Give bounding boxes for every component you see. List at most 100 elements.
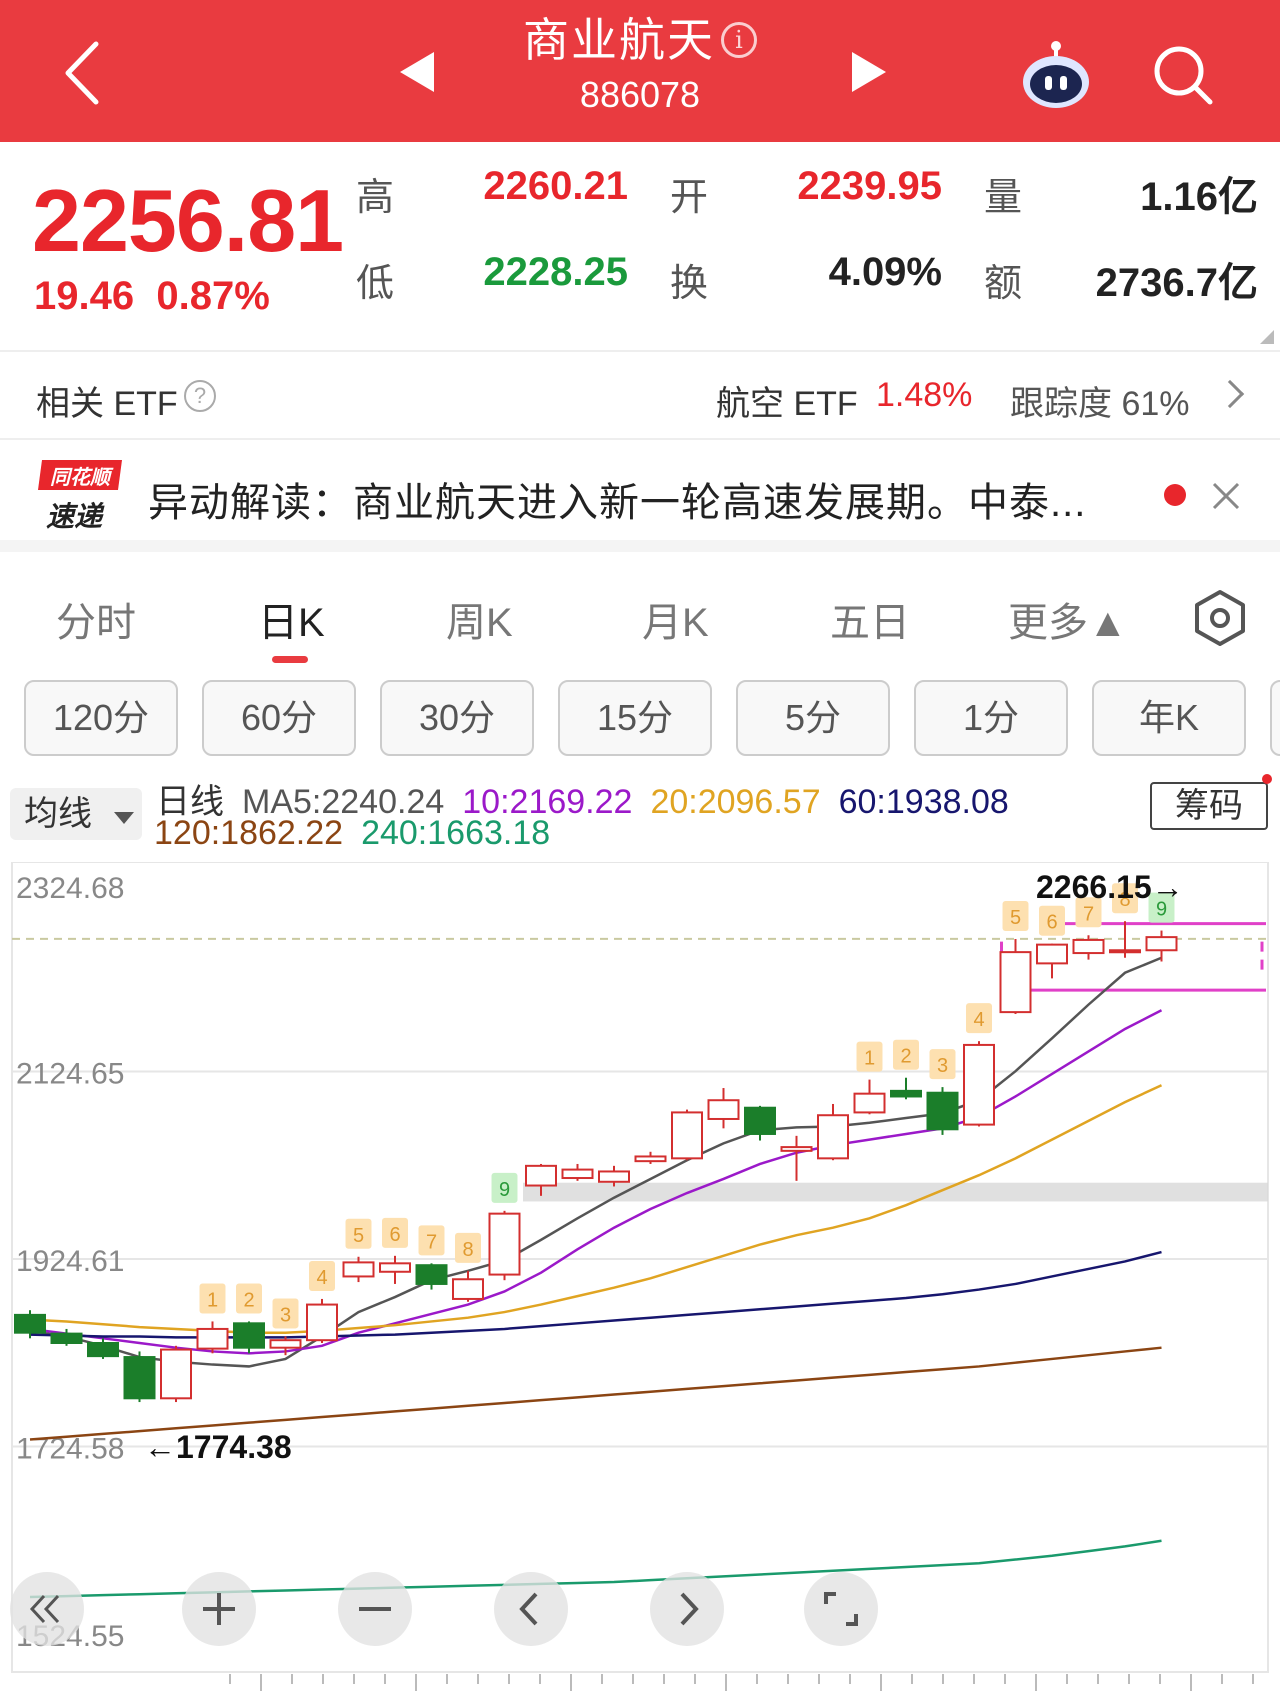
candle-body — [488, 1212, 521, 1276]
chip-distribution-button[interactable]: 筹码 — [1150, 782, 1268, 830]
chart-tabs: 分时 日K 周K 月K 五日 更多▲ — [0, 566, 1280, 666]
scroll-to-start-button[interactable] — [10, 1572, 84, 1646]
chart-frame — [11, 862, 1269, 1673]
scroll-right-button[interactable] — [650, 1572, 724, 1646]
candle-body — [14, 1313, 46, 1334]
kline-svg: 2324.682124.651924.611724.581524.5512345… — [11, 862, 1269, 1691]
high-label: 高 — [356, 177, 395, 219]
candle-body — [87, 1342, 119, 1358]
candle-body — [853, 1092, 886, 1114]
low-value: 2228.25 — [483, 250, 628, 294]
info-icon[interactable]: i — [721, 22, 757, 58]
double-chevron-left-icon — [29, 1594, 60, 1624]
candle-body — [196, 1327, 229, 1350]
candle-body — [963, 1043, 995, 1126]
settings-hexagon-icon[interactable] — [1190, 588, 1250, 648]
scroll-left-button[interactable] — [494, 1572, 568, 1646]
candle-body — [1036, 943, 1068, 965]
nine-turn-number: 9 — [499, 1179, 510, 1201]
tab-five-day[interactable]: 五日 — [830, 590, 910, 648]
news-logo-bottom: 速递 — [46, 500, 105, 533]
open-label: 开 — [670, 177, 709, 219]
nine-turn-number: 3 — [280, 1304, 291, 1326]
expand-corner-icon[interactable] — [1260, 330, 1274, 344]
candle-body — [890, 1089, 922, 1098]
volume-value: 1.16亿 — [1140, 175, 1258, 219]
y-tick-label: 2324.68 — [16, 872, 124, 905]
close-icon[interactable] — [1208, 478, 1244, 514]
candle-body — [1109, 949, 1141, 954]
title-block: 商业航天 i 886078 — [400, 10, 880, 118]
tab-daily-k[interactable]: 日K — [258, 590, 325, 648]
robot-assistant-icon[interactable] — [1020, 40, 1092, 110]
ma-values-row-2: 120:1862.22 240:1663.18 — [154, 814, 568, 853]
period-more-chip[interactable] — [1270, 680, 1280, 756]
nine-turn-number: 6 — [1046, 912, 1057, 934]
next-stock-icon[interactable] — [852, 52, 886, 92]
etf-tracking: 跟踪度 61% — [1010, 385, 1190, 423]
nine-turn-number: 2 — [900, 1046, 911, 1068]
zoom-out-button[interactable] — [338, 1572, 412, 1646]
turnover-label: 换 — [670, 263, 709, 305]
page-title: 商业航天 — [523, 14, 715, 66]
support-band — [523, 1182, 1268, 1202]
minus-icon — [359, 1607, 391, 1611]
nine-turn-number: 6 — [389, 1224, 400, 1246]
candle-body — [452, 1278, 484, 1300]
candle-body — [342, 1261, 375, 1278]
nine-turn-number: 7 — [426, 1231, 437, 1253]
period-60min[interactable]: 60分 — [202, 680, 356, 756]
candle-body — [160, 1348, 192, 1400]
candle-body — [561, 1168, 594, 1180]
ma-selector[interactable]: 均线 — [10, 788, 142, 840]
candle-body — [525, 1164, 557, 1187]
tab-monthly-k[interactable]: 月K — [642, 590, 709, 648]
ma240-value: 240:1663.18 — [361, 814, 551, 852]
nine-turn-number: 5 — [353, 1225, 364, 1247]
chevron-left-icon — [519, 1592, 538, 1626]
zoom-in-button[interactable] — [182, 1572, 256, 1646]
tab-more[interactable]: 更多▲ — [1008, 590, 1128, 648]
nine-turn-number: 7 — [1083, 903, 1094, 925]
period-yearly-k[interactable]: 年K — [1092, 680, 1246, 756]
period-5min[interactable]: 5分 — [736, 680, 890, 756]
search-icon[interactable] — [1150, 42, 1216, 108]
chevron-right-icon[interactable] — [1215, 379, 1245, 409]
tab-weekly-k[interactable]: 周K — [446, 590, 513, 648]
ma120-value: 120:1862.22 — [154, 814, 344, 852]
candle-body — [707, 1099, 740, 1120]
related-etf-row[interactable]: 相关 ETF ? 航空 ETF 1.48% 跟踪度 61% — [0, 352, 1280, 440]
period-15min[interactable]: 15分 — [558, 680, 712, 756]
ma60-value: 60:1938.08 — [838, 783, 1009, 821]
period-1min[interactable]: 1分 — [914, 680, 1068, 756]
fullscreen-button[interactable] — [804, 1572, 878, 1646]
etf-change: 1.48% — [876, 376, 973, 414]
related-etf-label: 相关 ETF — [36, 385, 178, 423]
candle-body — [999, 951, 1032, 1014]
news-headline[interactable]: 异动解读：商业航天进入新一轮高速发展期。中泰... — [148, 470, 1086, 528]
kline-chart[interactable]: 2324.682124.651924.611724.581524.5512345… — [0, 862, 1280, 1691]
candle-body — [415, 1264, 448, 1285]
period-30min[interactable]: 30分 — [380, 680, 534, 756]
news-ticker[interactable]: 同花顺 速递 异动解读：商业航天进入新一轮高速发展期。中泰... — [0, 442, 1280, 552]
back-arrow-icon[interactable] — [58, 38, 106, 108]
ma-legend: 均线 日线 MA5:2240.24 10:2169.22 20:2096.57 60:1… — [0, 772, 1280, 862]
ma-selector-label: 均线 — [24, 795, 92, 833]
nine-turn-number: 8 — [462, 1239, 473, 1261]
y-tick-label: 2124.65 — [16, 1058, 124, 1091]
last-price: 2256.81 — [32, 171, 344, 270]
help-icon[interactable]: ? — [184, 380, 216, 412]
stock-code: 886078 — [579, 74, 701, 115]
top-bar: 商业航天 i 886078 — [0, 0, 1280, 142]
quote-panel: 2256.81 19.46 0.87% 高 2260.21 开 2239.95 … — [0, 142, 1280, 352]
news-logo-top: 同花顺 — [50, 465, 114, 489]
volume-label: 量 — [984, 177, 1023, 219]
nine-turn-number: 4 — [316, 1267, 327, 1289]
candle-body — [306, 1303, 338, 1342]
change-percent: 0.87% — [156, 274, 270, 318]
tab-intraday[interactable]: 分时 — [56, 590, 136, 648]
candle-body — [780, 1146, 813, 1152]
period-120min[interactable]: 120分 — [24, 680, 178, 756]
turnover-value: 4.09% — [828, 250, 942, 294]
candle-body — [744, 1106, 776, 1135]
